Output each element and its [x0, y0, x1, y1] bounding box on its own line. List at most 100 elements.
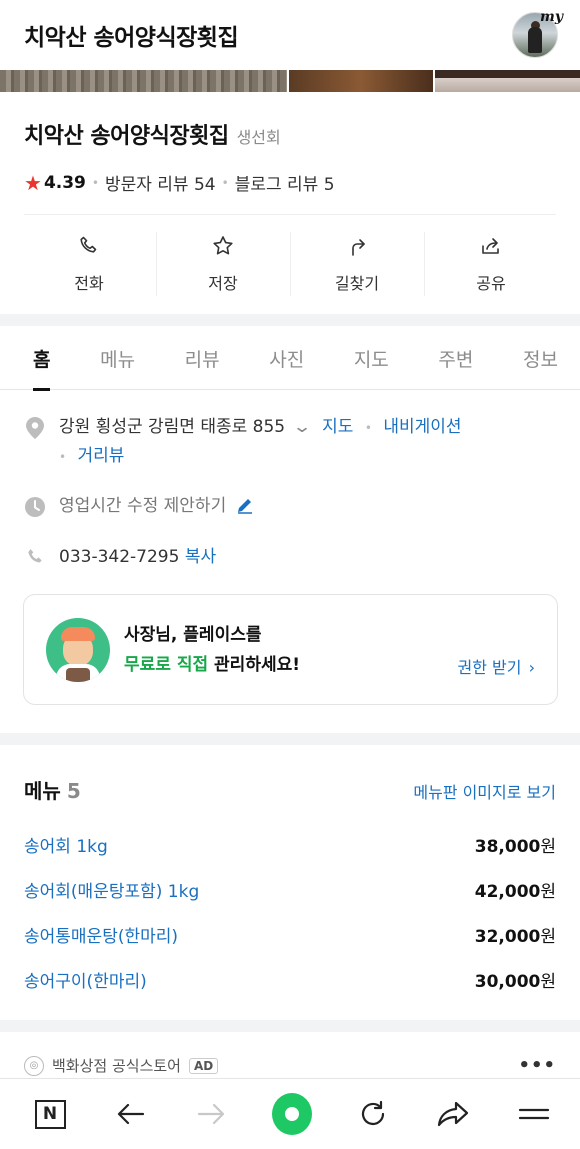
separator-dot: • [59, 450, 67, 464]
tab-nearby[interactable]: 주변 [438, 326, 473, 390]
separator-dot: • [221, 175, 229, 190]
forward-button[interactable] [191, 1094, 231, 1134]
menu-item-name[interactable]: 송어회(매운탕포함) 1kg [24, 877, 199, 902]
owner-claim-card[interactable]: 사장님, 플레이스를 무료로 직접 관리하세요! 권한 받기 › [23, 594, 558, 705]
owner-card-highlight: 무료로 직접 [124, 654, 209, 675]
naver-home-button[interactable]: N [30, 1094, 70, 1134]
arrow-left-icon [117, 1103, 144, 1125]
price-unit: 원 [540, 927, 556, 947]
menu-item-price: 38,000 [474, 837, 541, 857]
share-icon [482, 238, 499, 254]
phone-row: 033-342-7295 복사 [24, 543, 556, 571]
pencil-icon[interactable] [236, 496, 254, 514]
top-bar: 치악산 송어양식장횟집 my [0, 0, 580, 70]
tab-home[interactable]: 홈 [33, 326, 51, 391]
photo-strip[interactable] [0, 70, 580, 92]
divider [24, 214, 556, 215]
directions-icon [352, 239, 365, 256]
page-title: 치악산 송어양식장횟집 [24, 25, 239, 51]
menu-item-price: 32,000 [474, 927, 541, 947]
menu-item-price: 42,000 [474, 882, 541, 902]
chevron-down-icon[interactable]: ⌄ [292, 413, 312, 441]
refresh-button[interactable] [353, 1094, 393, 1134]
tab-review[interactable]: 리뷰 [185, 326, 220, 390]
section-gap [0, 1020, 580, 1032]
ad-row[interactable]: ◎ 백화상점 공식스토어 AD ••• [24, 1055, 556, 1076]
section-gap [0, 733, 580, 745]
tab-map[interactable]: 지도 [354, 326, 389, 390]
refresh-icon [361, 1100, 384, 1126]
star-icon: ★ [24, 170, 42, 195]
chevron-right-icon: › [528, 657, 535, 677]
menu-item[interactable]: 송어회(매운탕포함) 1kg 42,000원 [24, 877, 556, 902]
bottom-navigation: N [0, 1078, 580, 1149]
place-summary: 치악산 송어양식장횟집 생선회 ★ 4.39 • 방문자 리뷰 54 • 블로그… [0, 92, 580, 195]
tab-bar: 홈 메뉴 리뷰 사진 지도 주변 정보 [0, 326, 580, 391]
clock-icon [25, 497, 45, 517]
price-unit: 원 [540, 882, 556, 902]
my-profile-button[interactable]: my [512, 9, 563, 58]
arrow-right-icon [198, 1103, 225, 1125]
menu-item[interactable]: 송어구이(한마리) 30,000원 [24, 967, 556, 992]
address-text: 강원 횡성군 강림면 태종로 855 [59, 417, 286, 437]
photo-3[interactable] [434, 70, 580, 92]
phone-icon [28, 549, 42, 563]
action-bar: 전화 저장 길찾기 공유 [22, 230, 558, 298]
map-link[interactable]: 지도 [322, 417, 353, 437]
street-view-link[interactable]: 거리뷰 [77, 446, 124, 466]
navigation-link[interactable]: 내비게이션 [383, 417, 461, 437]
menu-title: 메뉴 [24, 779, 61, 803]
claim-permission-label: 권한 받기 [457, 657, 522, 677]
menu-item-name[interactable]: 송어통매운탕(한마리) [24, 922, 178, 947]
section-gap [0, 314, 580, 326]
share-button[interactable]: 공유 [424, 230, 558, 298]
menu-image-link[interactable]: 메뉴판 이미지로 보기 [413, 779, 556, 803]
menu-item[interactable]: 송어회 1kg 38,000원 [24, 832, 556, 857]
separator-dot: • [364, 421, 372, 435]
tab-menu[interactable]: 메뉴 [100, 326, 135, 390]
address-row: 강원 횡성군 강림면 태종로 855 ⌄ 지도 • 내비게이션 • 거리뷰 [24, 413, 556, 471]
directions-label: 길찾기 [334, 274, 380, 293]
avatar-body [528, 27, 542, 53]
tab-info[interactable]: 정보 [523, 326, 558, 390]
phone-icon [80, 236, 97, 253]
back-button[interactable] [111, 1094, 151, 1134]
ad-store-label[interactable]: 백화상점 공식스토어 [52, 1055, 181, 1076]
photo-1[interactable] [0, 70, 287, 92]
hours-row: 영업시간 수정 제안하기 [24, 492, 556, 520]
tab-photo[interactable]: 사진 [269, 326, 304, 390]
green-dot-icon [271, 1093, 312, 1135]
visitor-reviews-link[interactable]: 방문자 리뷰 54 [105, 170, 216, 195]
phone-number[interactable]: 033-342-7295 [59, 547, 179, 567]
blog-reviews-link[interactable]: 블로그 리뷰 5 [235, 170, 335, 195]
copy-link[interactable]: 복사 [185, 547, 216, 567]
menu-item-name[interactable]: 송어구이(한마리) [24, 967, 147, 992]
menu-item[interactable]: 송어통매운탕(한마리) 32,000원 [24, 922, 556, 947]
call-label: 전화 [74, 274, 104, 293]
owner-card-line2: 관리하세요! [208, 654, 300, 675]
owner-illustration [46, 617, 110, 682]
store-icon: ◎ [24, 1055, 44, 1076]
menu-button[interactable] [514, 1094, 554, 1134]
save-button[interactable]: 저장 [156, 230, 290, 298]
call-button[interactable]: 전화 [22, 230, 156, 298]
more-options-icon[interactable]: ••• [518, 1055, 556, 1076]
ad-badge: AD [188, 1057, 219, 1074]
share-arrow-icon [438, 1101, 469, 1127]
menu-item-price: 30,000 [474, 972, 541, 992]
price-unit: 원 [540, 972, 556, 992]
green-dot-button[interactable] [271, 1093, 312, 1135]
hamburger-icon [518, 1108, 550, 1120]
directions-button[interactable]: 길찾기 [290, 230, 424, 298]
price-unit: 원 [540, 837, 556, 857]
place-name: 치악산 송어양식장횟집 [24, 124, 229, 149]
photo-2[interactable] [289, 70, 433, 92]
separator-dot: • [91, 175, 99, 190]
share-button[interactable] [433, 1094, 473, 1134]
place-category: 생선회 [236, 128, 281, 147]
owner-card-line1: 사장님, 플레이스를 [124, 624, 262, 645]
claim-permission-link[interactable]: 권한 받기 › [458, 654, 535, 678]
menu-item-name[interactable]: 송어회 1kg [24, 832, 108, 857]
hours-suggest-link[interactable]: 영업시간 수정 제안하기 [59, 496, 226, 516]
rating-row: ★ 4.39 • 방문자 리뷰 54 • 블로그 리뷰 5 [24, 170, 556, 196]
